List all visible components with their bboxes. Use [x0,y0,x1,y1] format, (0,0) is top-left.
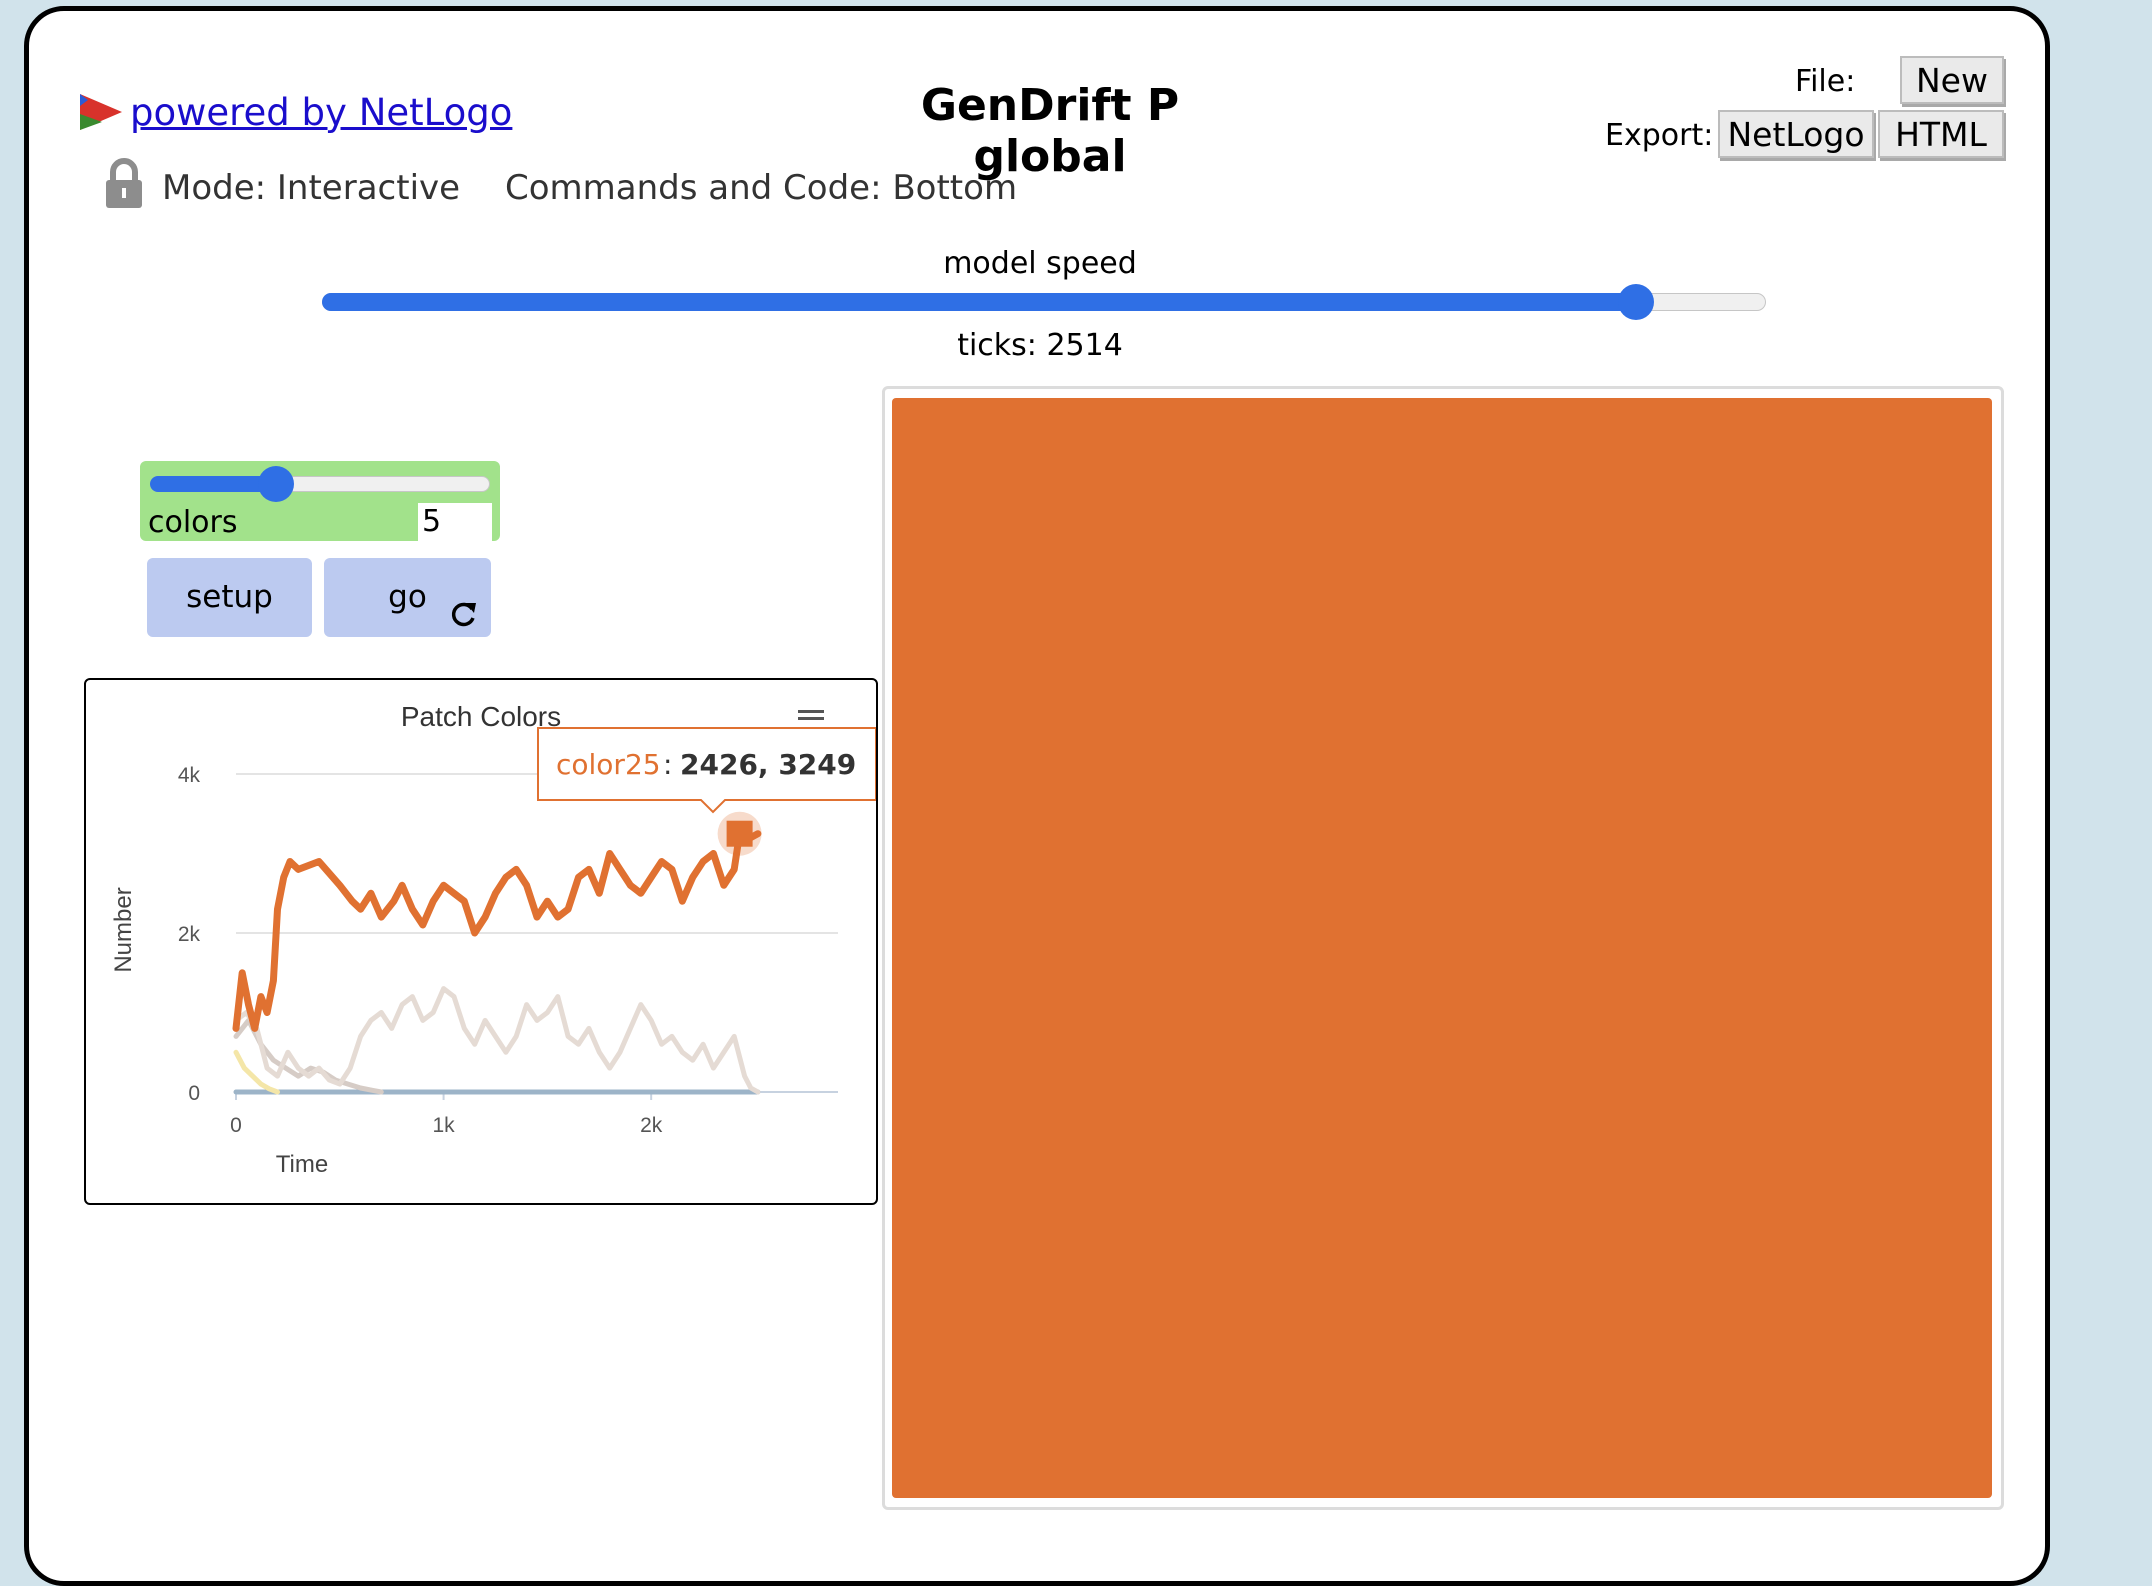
export-html-button[interactable]: HTML [1878,110,2004,158]
world-view-canvas[interactable] [892,398,1992,1498]
colors-slider-thumb[interactable] [257,466,294,502]
x-axis-label: Time [276,1151,328,1178]
hover-marker [726,820,753,847]
go-button[interactable]: go [324,558,491,637]
tooltip-colon: : [663,748,672,781]
file-new-button[interactable]: New [1900,56,2004,104]
ticks-counter: ticks: 2514 [957,328,1123,363]
series-line-color-gray [233,986,761,1095]
model-speed-thumb[interactable] [1618,284,1655,320]
patch-colors-plot: Patch Colors 02k4k0 1k 2k Time Number colo… [110,701,876,1178]
setup-button[interactable]: setup [147,558,312,637]
colors-value-input[interactable]: 5 [418,503,492,541]
go-button-label: go [388,579,427,615]
powered-by-netlogo-link[interactable]: powered by NetLogo [78,88,512,136]
mode-label[interactable]: Mode: Interactive [162,168,460,208]
y-tick-label: 4k [178,764,201,787]
export-netlogo-button[interactable]: NetLogo [1718,110,1874,158]
x-tick-label: 0 [230,1114,242,1137]
model-title: GenDrift P global [920,80,1180,182]
tooltip-value: 2426, 3249 [680,748,856,781]
netlogo-logo-icon [80,94,122,130]
tooltip-series-name: color25 [556,748,661,781]
model-speed-fill [322,293,1637,311]
model-speed-label: model speed [943,246,1137,281]
forever-loop-icon [451,602,476,627]
series-line-color25 [232,830,762,1032]
colors-slider-label: colors [148,505,238,540]
x-tick-label: 1k [432,1114,455,1137]
colors-slider-fill [150,476,276,492]
export-label: Export: [1605,118,1714,153]
plot-menu-icon[interactable] [798,710,824,720]
y-tick-label: 0 [188,1082,200,1105]
lock-icon[interactable] [104,158,144,210]
y-tick-label: 2k [178,923,201,946]
setup-button-label: setup [186,579,273,615]
y-axis-label: Number [110,887,137,972]
powered-by-label: powered by NetLogo [130,90,513,134]
commands-code-label[interactable]: Commands and Code: Bottom [505,168,1017,208]
file-label: File: [1795,64,1856,99]
x-tick-label: 2k [640,1114,663,1137]
